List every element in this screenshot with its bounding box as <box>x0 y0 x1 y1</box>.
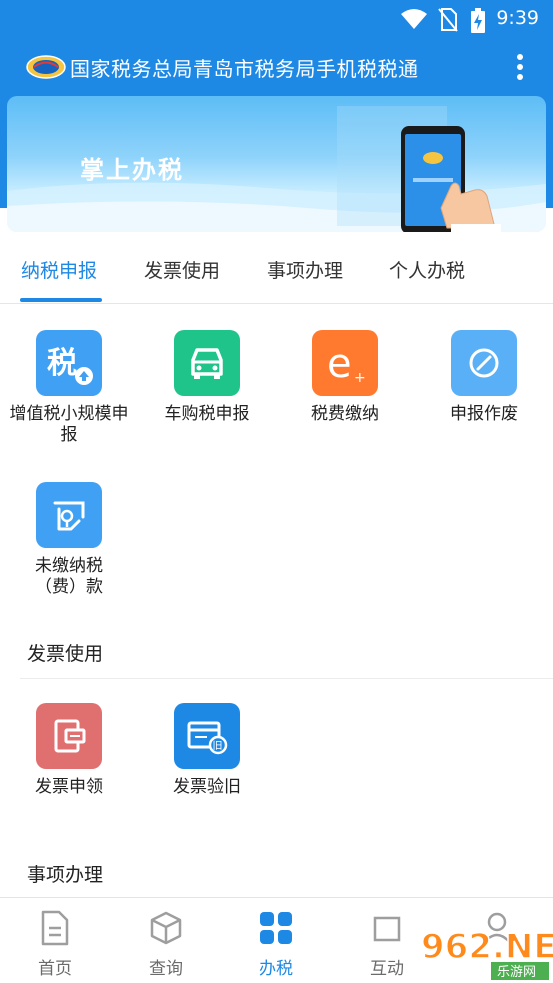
svg-text:旧: 旧 <box>213 740 223 752</box>
service-invoice-apply[interactable]: 发票申领 <box>4 703 134 798</box>
tab-personal-tax[interactable]: 个人办税 <box>389 256 465 283</box>
service-label: 增值税小规模申报 <box>9 404 129 445</box>
service-grid: 税 增值税小规模申报 车购税申报 e + 税费缴纳 申报作废 未缴纳税（费）款 … <box>0 305 553 895</box>
wifi-icon <box>401 9 427 29</box>
service-unpaid-tax[interactable]: 未缴纳税（费）款 <box>4 482 134 598</box>
service-vehicle-tax[interactable]: 车购税申报 <box>142 330 272 425</box>
service-label: 车购税申报 <box>164 404 250 424</box>
service-tax-payment[interactable]: e + 税费缴纳 <box>280 330 410 425</box>
active-tab-indicator <box>20 298 102 302</box>
battery-charging-icon <box>471 8 485 33</box>
tab-matters[interactable]: 事项办理 <box>267 256 343 283</box>
service-declaration-void[interactable]: 申报作废 <box>419 330 549 425</box>
nav-label: 查询 <box>149 959 183 979</box>
no-sim-icon <box>438 8 458 32</box>
service-vat-declaration[interactable]: 税 增值税小规模申报 <box>4 330 134 446</box>
more-options-icon[interactable] <box>508 52 532 82</box>
document-icon <box>41 910 69 946</box>
square-icon <box>373 916 401 942</box>
e-payment-icon: e + <box>312 330 378 396</box>
invoice-apply-icon <box>36 703 102 769</box>
app-title: 国家税务总局青岛市税务局手机税税通 <box>70 57 419 81</box>
promo-banner[interactable]: 掌上办税 <box>7 96 546 232</box>
watermark-text: 962.NET <box>421 927 553 967</box>
tax-upload-icon: 税 <box>36 330 102 396</box>
phone-in-hand-icon <box>401 126 501 232</box>
grid-icon <box>260 912 292 944</box>
nav-interaction[interactable]: 互动 <box>352 910 422 979</box>
nav-label: 办税 <box>259 959 293 979</box>
category-tabs: 纳税申报 发票使用 事项办理 个人办税 <box>0 232 553 304</box>
tab-invoice-usage[interactable]: 发票使用 <box>144 256 220 283</box>
service-label: 发票申领 <box>35 777 103 797</box>
section-divider <box>20 678 553 679</box>
car-icon <box>174 330 240 396</box>
nav-tax[interactable]: 办税 <box>241 910 311 979</box>
tab-tax-declaration[interactable]: 纳税申报 <box>21 256 97 283</box>
service-label: 发票验旧 <box>173 777 241 797</box>
nav-query[interactable]: 查询 <box>131 910 201 979</box>
box-icon <box>150 911 182 945</box>
status-bar: 9:39 <box>0 0 553 38</box>
svg-text:+: + <box>354 370 366 385</box>
svg-text:e: e <box>327 341 352 385</box>
service-label: 未缴纳税（费）款 <box>35 556 103 597</box>
nav-home[interactable]: 首页 <box>20 910 90 979</box>
site-watermark: 962.NET 乐游网 <box>413 918 553 983</box>
svg-text:税: 税 <box>47 346 77 381</box>
section-title-matters: 事项办理 <box>27 864 104 886</box>
banner-title: 掌上办税 <box>80 156 184 184</box>
invoice-verify-icon: 旧 <box>174 703 240 769</box>
watermark-subtext: 乐游网 <box>497 965 536 980</box>
service-label: 税费缴纳 <box>311 404 379 424</box>
hand-money-icon <box>36 482 102 548</box>
status-time: 9:39 <box>496 7 539 29</box>
nav-label: 互动 <box>370 959 404 979</box>
section-title-invoice: 发票使用 <box>27 643 104 665</box>
nav-label: 首页 <box>38 959 72 979</box>
service-label: 申报作废 <box>450 404 518 424</box>
cancel-icon <box>451 330 517 396</box>
service-invoice-verify[interactable]: 旧 发票验旧 <box>142 703 272 798</box>
app-logo-icon <box>26 55 66 79</box>
